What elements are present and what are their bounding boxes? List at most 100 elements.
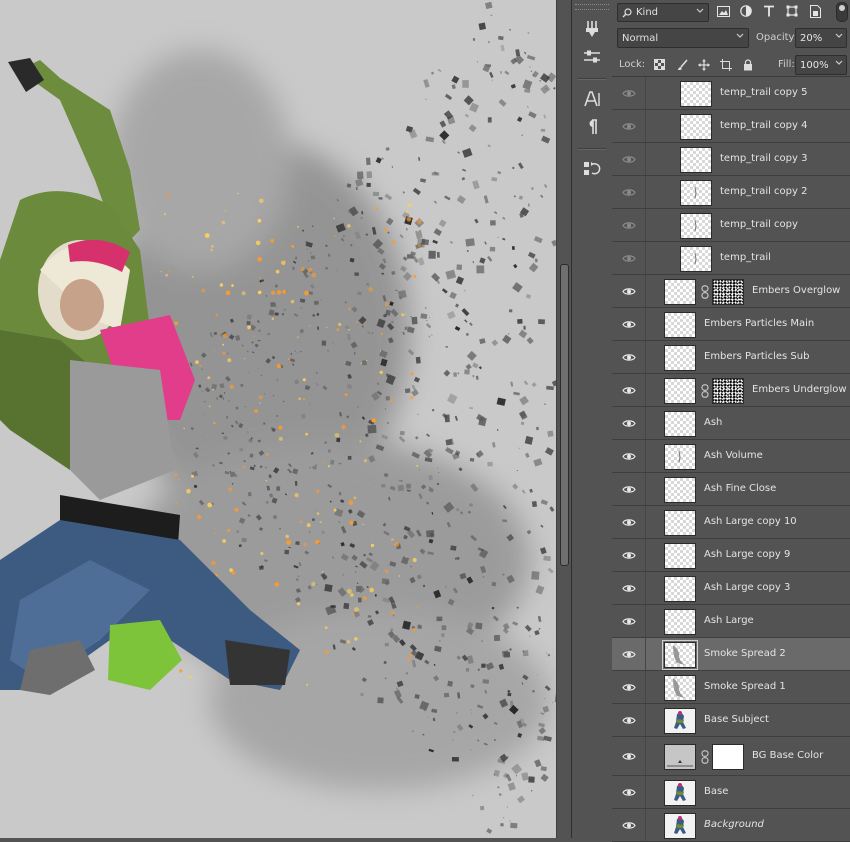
mask-link-icon[interactable] bbox=[700, 284, 710, 299]
layer-row[interactable]: Ash Large copy 3 bbox=[612, 572, 850, 605]
character-icon[interactable] bbox=[580, 88, 604, 110]
layer-mask-thumbnail[interactable] bbox=[712, 743, 744, 770]
visibility-eye-icon[interactable] bbox=[620, 351, 638, 363]
history-icon[interactable] bbox=[580, 158, 604, 180]
layer-row[interactable]: Embers Overglow bbox=[612, 275, 850, 308]
filter-toggle-switch[interactable] bbox=[836, 2, 848, 22]
layer-row[interactable]: Background bbox=[612, 809, 850, 842]
layer-row[interactable]: Embers Underglow bbox=[612, 374, 850, 407]
visibility-eye-icon[interactable] bbox=[620, 219, 638, 231]
layer-thumbnail[interactable] bbox=[664, 743, 696, 770]
layer-thumbnail[interactable] bbox=[680, 113, 712, 140]
layer-thumbnail[interactable] bbox=[664, 476, 696, 503]
layer-thumbnail[interactable] bbox=[664, 410, 696, 437]
visibility-eye-icon[interactable] bbox=[620, 120, 638, 132]
layer-thumbnail[interactable] bbox=[664, 311, 696, 338]
layer-thumbnail[interactable] bbox=[664, 707, 696, 734]
opacity-field[interactable]: 20% bbox=[795, 28, 847, 48]
layer-thumbnail[interactable] bbox=[680, 245, 712, 272]
visibility-eye-icon[interactable] bbox=[620, 285, 638, 297]
layer-row[interactable]: Ash Fine Close bbox=[612, 473, 850, 506]
layer-row[interactable]: Base bbox=[612, 776, 850, 809]
layer-thumbnail[interactable] bbox=[664, 674, 696, 701]
image-filter-icon[interactable] bbox=[716, 4, 730, 18]
lock-image-icon[interactable] bbox=[674, 57, 689, 72]
visibility-eye-icon[interactable] bbox=[620, 87, 638, 99]
kind-filter-select[interactable]: Kind bbox=[617, 3, 709, 22]
chevron-down-icon[interactable] bbox=[835, 58, 843, 71]
visibility-eye-icon[interactable] bbox=[620, 549, 638, 561]
visibility-eye-icon[interactable] bbox=[620, 318, 638, 330]
chevron-down-icon[interactable] bbox=[835, 31, 843, 44]
layer-mask-thumbnail[interactable] bbox=[712, 377, 744, 404]
layer-thumbnail[interactable] bbox=[664, 542, 696, 569]
visibility-eye-icon[interactable] bbox=[620, 714, 638, 726]
brush-presets-icon[interactable] bbox=[580, 18, 604, 40]
visibility-eye-icon[interactable] bbox=[620, 648, 638, 660]
layer-thumbnail[interactable] bbox=[680, 212, 712, 239]
layer-row[interactable]: Ash Large copy 10 bbox=[612, 506, 850, 539]
visibility-eye-icon[interactable] bbox=[620, 417, 638, 429]
layer-thumbnail[interactable] bbox=[664, 608, 696, 635]
adjustment-filter-icon[interactable] bbox=[739, 4, 753, 18]
layer-row[interactable]: temp_trail copy 5 bbox=[612, 77, 850, 110]
layer-thumbnail[interactable] bbox=[680, 146, 712, 173]
lock-transparent-icon[interactable] bbox=[652, 57, 667, 72]
blend-mode-select[interactable]: Normal bbox=[617, 28, 749, 48]
layer-thumbnail[interactable] bbox=[680, 179, 712, 206]
visibility-eye-icon[interactable] bbox=[620, 681, 638, 693]
layer-thumbnail[interactable] bbox=[664, 278, 696, 305]
layer-row[interactable]: temp_trail copy 3 bbox=[612, 143, 850, 176]
scrollbar-thumb[interactable] bbox=[560, 264, 569, 566]
lock-position-icon[interactable] bbox=[696, 57, 711, 72]
layer-row[interactable]: BG Base Color bbox=[612, 737, 850, 776]
layer-thumbnail[interactable] bbox=[680, 80, 712, 107]
document-canvas[interactable] bbox=[0, 0, 556, 838]
visibility-eye-icon[interactable] bbox=[620, 252, 638, 264]
layer-thumbnail[interactable] bbox=[664, 377, 696, 404]
lock-all-icon[interactable] bbox=[740, 57, 755, 72]
layer-mask-thumbnail[interactable] bbox=[712, 278, 744, 305]
layer-thumbnail[interactable] bbox=[664, 575, 696, 602]
visibility-eye-icon[interactable] bbox=[620, 483, 638, 495]
layer-thumbnail[interactable] bbox=[664, 509, 696, 536]
layer-row[interactable]: Ash Volume bbox=[612, 440, 850, 473]
layer-thumbnail[interactable] bbox=[662, 639, 698, 670]
fill-field[interactable]: 100% bbox=[795, 55, 847, 75]
layer-list[interactable]: temp_trail copy 5 temp_trail copy 4 temp_t… bbox=[612, 77, 850, 842]
layer-row[interactable]: Embers Particles Main bbox=[612, 308, 850, 341]
canvas-vertical-scrollbar[interactable] bbox=[556, 0, 571, 838]
visibility-eye-icon[interactable] bbox=[620, 384, 638, 396]
shape-filter-icon[interactable] bbox=[785, 4, 799, 18]
adjust-sliders-icon[interactable] bbox=[580, 46, 604, 68]
lock-artboard-icon[interactable] bbox=[718, 57, 733, 72]
visibility-eye-icon[interactable] bbox=[620, 750, 638, 762]
visibility-eye-icon[interactable] bbox=[620, 582, 638, 594]
layer-row[interactable]: temp_trail copy 4 bbox=[612, 110, 850, 143]
layer-row[interactable]: temp_trail bbox=[612, 242, 850, 275]
layer-row[interactable]: temp_trail copy bbox=[612, 209, 850, 242]
visibility-eye-icon[interactable] bbox=[620, 819, 638, 831]
strip-grip[interactable] bbox=[575, 4, 609, 10]
layer-row[interactable]: Ash Large copy 9 bbox=[612, 539, 850, 572]
layer-row[interactable]: temp_trail copy 2 bbox=[612, 176, 850, 209]
visibility-eye-icon[interactable] bbox=[620, 450, 638, 462]
mask-link-icon[interactable] bbox=[700, 383, 710, 398]
layer-row[interactable]: Smoke Spread 1 bbox=[612, 671, 850, 704]
layer-row[interactable]: Embers Particles Sub bbox=[612, 341, 850, 374]
layer-thumbnail[interactable] bbox=[664, 779, 696, 806]
layer-thumbnail[interactable] bbox=[664, 812, 696, 839]
smart-object-filter-icon[interactable] bbox=[808, 4, 822, 18]
layer-row[interactable]: Ash Large bbox=[612, 605, 850, 638]
visibility-eye-icon[interactable] bbox=[620, 186, 638, 198]
type-filter-icon[interactable] bbox=[762, 4, 776, 18]
mask-link-icon[interactable] bbox=[700, 749, 710, 764]
visibility-eye-icon[interactable] bbox=[620, 153, 638, 165]
paragraph-icon[interactable] bbox=[580, 116, 604, 138]
layer-thumbnail[interactable] bbox=[664, 344, 696, 371]
layer-thumbnail[interactable] bbox=[664, 443, 696, 470]
visibility-eye-icon[interactable] bbox=[620, 786, 638, 798]
layer-row[interactable]: Base Subject bbox=[612, 704, 850, 737]
layer-row[interactable]: Ash bbox=[612, 407, 850, 440]
visibility-eye-icon[interactable] bbox=[620, 516, 638, 528]
